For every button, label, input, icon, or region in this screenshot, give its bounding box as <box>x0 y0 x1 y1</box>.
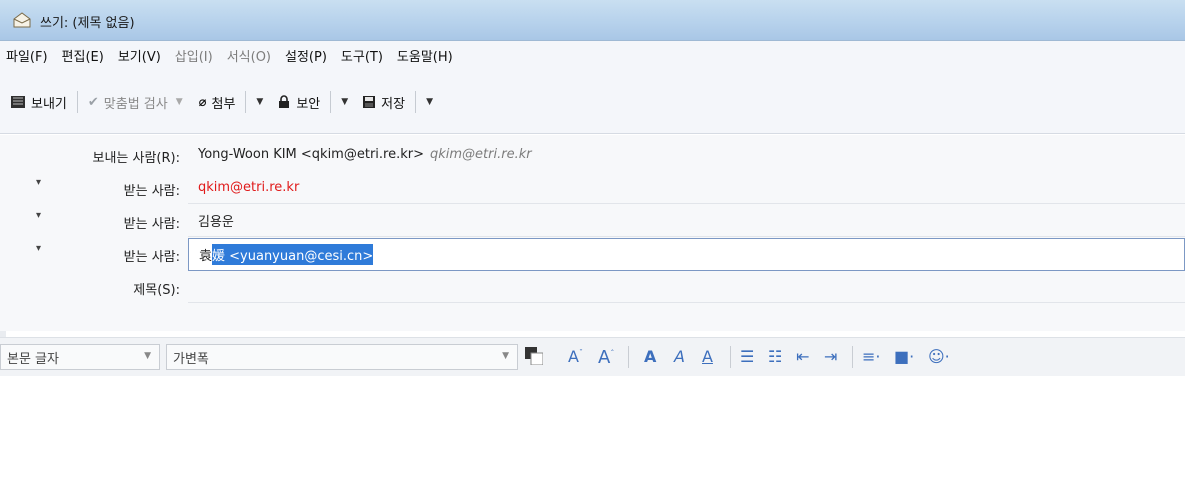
menu-file[interactable]: 파일(F) <box>6 46 48 65</box>
subject-input[interactable] <box>188 271 1185 303</box>
compose-envelope-icon <box>13 12 31 28</box>
compose-toolbar: 보내기 ✔ 맞춤법 검사 ▼ ⌀ 첨부 ▼ 보안 ▼ 저장 ▼ <box>0 87 437 117</box>
chevron-down-icon: ▼ <box>144 351 151 361</box>
format-toolbar: 본문 글자 ▼ 가변폭 ▼ Aˇ Aˆ A A A ☰ ☷ ⇤ ⇥ ≡· ■· … <box>0 337 1185 377</box>
lock-icon <box>279 95 290 108</box>
from-identity: qkim@etri.re.kr <box>430 147 532 162</box>
save-dropdown-arrow[interactable]: ▼ <box>422 97 437 107</box>
from-value: Yong-Woon KIM <qkim@etri.re.kr> <box>198 147 424 162</box>
menu-format[interactable]: 서식(O) <box>227 46 271 65</box>
window-titlebar: 쓰기: (제목 없음) <box>0 0 1185 41</box>
send-button[interactable]: 보내기 <box>6 93 71 112</box>
menu-edit[interactable]: 편집(E) <box>62 46 104 65</box>
send-icon <box>11 96 25 108</box>
from-label: 보내는 사람(R): <box>92 151 181 166</box>
subject-row: 제목(S): <box>0 271 1185 303</box>
toolbar-separator <box>330 91 332 113</box>
menu-view[interactable]: 보기(V) <box>118 46 161 65</box>
recipient-input[interactable]: 袁媛 <yuanyuan@cesi.cn> <box>188 238 1185 271</box>
save-button[interactable]: 저장 <box>358 93 409 112</box>
subject-label: 제목(S): <box>133 283 180 298</box>
security-label: 보안 <box>296 96 321 112</box>
recipient-row: ▾ 받는 사람: qkim@etri.re.kr <box>0 172 1185 204</box>
recipient-typed-text: 袁 <box>199 249 213 264</box>
indent-icon[interactable]: ⇥ <box>824 347 837 366</box>
format-separator <box>730 346 731 368</box>
message-body-editor[interactable] <box>0 376 1185 497</box>
font-family-value: 가변폭 <box>173 351 209 367</box>
autocomplete-selection: 媛 <yuanyuan@cesi.cn> <box>212 244 374 265</box>
address-header: 보내는 사람(R): Yong-Woon KIM <qkim@etri.re.k… <box>0 135 1185 331</box>
spellcheck-dropdown-arrow[interactable]: ▼ <box>172 97 187 107</box>
toolbar-separator <box>415 91 417 113</box>
recipient-row: ▾ 받는 사람: 김용운 <box>0 205 1185 237</box>
recipient-type-dropdown-arrow[interactable]: ▾ <box>36 210 41 221</box>
increase-font-size-icon[interactable]: Aˆ <box>598 347 614 368</box>
outdent-icon[interactable]: ⇤ <box>796 347 809 366</box>
recipient-field[interactable]: qkim@etri.re.kr <box>188 172 1185 204</box>
chevron-down-icon: ▼ <box>502 351 509 361</box>
save-label: 저장 <box>381 96 406 112</box>
menu-tools[interactable]: 도구(T) <box>341 46 383 65</box>
font-family-select[interactable]: 가변폭 ▼ <box>166 344 518 370</box>
security-dropdown-arrow[interactable]: ▼ <box>337 97 352 107</box>
checkmark-icon: ✔ <box>87 94 99 110</box>
from-field[interactable]: Yong-Woon KIM <qkim@etri.re.kr> qkim@etr… <box>188 139 1185 170</box>
toolbar-separator <box>76 91 78 113</box>
numbered-list-icon[interactable]: ☷ <box>768 347 782 366</box>
italic-icon[interactable]: A <box>674 347 685 366</box>
menubar: 파일(F) 편집(E) 보기(V) 삽입(I) 서식(O) 설정(P) 도구(T… <box>0 43 467 67</box>
text-color-icon[interactable] <box>525 347 543 365</box>
floppy-disk-icon <box>363 96 376 108</box>
window-title: 쓰기: (제목 없음) <box>40 16 135 31</box>
menu-insert[interactable]: 삽입(I) <box>175 46 213 65</box>
paragraph-style-select[interactable]: 본문 글자 ▼ <box>0 344 160 370</box>
recipient-type-dropdown-arrow[interactable]: ▾ <box>36 177 41 188</box>
attach-dropdown-arrow[interactable]: ▼ <box>252 97 267 107</box>
underline-icon[interactable]: A <box>702 347 713 366</box>
smiley-icon[interactable]: ☺· <box>928 347 950 366</box>
security-button[interactable]: 보안 <box>273 93 324 112</box>
toolbar-separator <box>245 91 247 113</box>
from-row: 보내는 사람(R): Yong-Woon KIM <qkim@etri.re.k… <box>0 139 1185 171</box>
spellcheck-button[interactable]: ✔ 맞춤법 검사 <box>84 93 172 112</box>
spellcheck-label: 맞춤법 검사 <box>103 96 168 112</box>
chrome-area: 파일(F) 편집(E) 보기(V) 삽입(I) 서식(O) 설정(P) 도구(T… <box>0 41 1185 134</box>
recipient-value: 김용운 <box>198 215 234 230</box>
format-separator <box>628 346 629 368</box>
attach-button[interactable]: ⌀ 첨부 <box>195 93 240 112</box>
recipient-type-dropdown-arrow[interactable]: ▾ <box>36 243 41 254</box>
paragraph-style-value: 본문 글자 <box>7 351 59 367</box>
to-label: 받는 사람: <box>123 217 180 232</box>
menu-help[interactable]: 도움말(H) <box>397 46 453 65</box>
bold-icon[interactable]: A <box>644 347 656 366</box>
recipient-value: qkim@etri.re.kr <box>198 180 300 195</box>
bullet-list-icon[interactable]: ☰ <box>740 347 754 366</box>
attach-label: 첨부 <box>211 96 236 112</box>
menu-options[interactable]: 설정(P) <box>285 46 327 65</box>
paperclip-icon: ⌀ <box>198 94 207 110</box>
format-separator <box>852 346 853 368</box>
insert-object-icon[interactable]: ■· <box>894 347 914 366</box>
recipient-field[interactable]: 김용운 <box>188 205 1185 237</box>
send-label: 보내기 <box>31 96 67 112</box>
align-icon[interactable]: ≡· <box>862 347 881 366</box>
to-label: 받는 사람: <box>123 250 180 265</box>
to-label: 받는 사람: <box>123 184 180 199</box>
decrease-font-size-icon[interactable]: Aˇ <box>568 347 583 366</box>
recipient-row-active: ▾ 받는 사람: 袁媛 <yuanyuan@cesi.cn> <box>0 238 1185 271</box>
